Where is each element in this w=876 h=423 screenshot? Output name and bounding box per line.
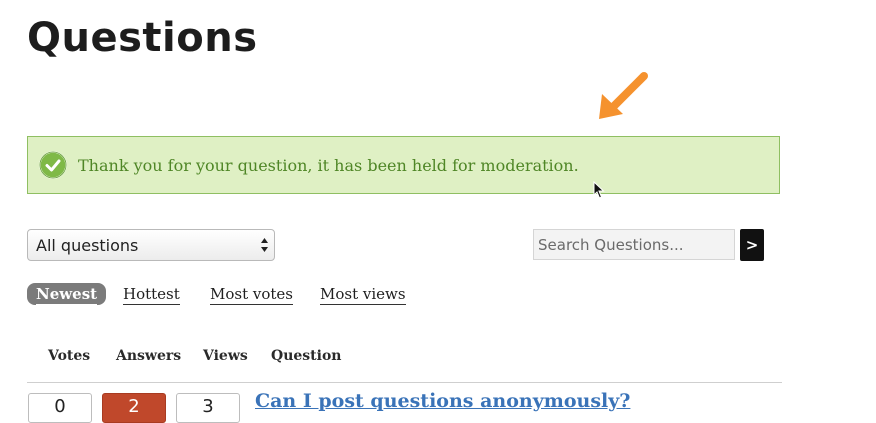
tab-most-views-label: Most views: [320, 285, 406, 305]
select-arrows-icon: [261, 238, 268, 252]
mouse-cursor-icon: [593, 181, 605, 199]
question-filter-select[interactable]: All questions: [27, 229, 275, 261]
votes-count: 0: [28, 393, 92, 423]
arrow-icon: [599, 72, 648, 119]
tab-most-votes-label: Most votes: [210, 285, 293, 305]
check-circle-icon: [39, 151, 67, 179]
views-count: 3: [176, 393, 240, 423]
tab-newest-label: Newest: [36, 285, 98, 305]
tab-hottest-label: Hottest: [123, 285, 180, 305]
moderation-notice: Thank you for your question, it has been…: [27, 136, 780, 194]
filter-selected-value: All questions: [36, 235, 139, 255]
tab-hottest[interactable]: Hottest: [123, 283, 180, 305]
notice-text: Thank you for your question, it has been…: [78, 155, 579, 175]
column-header-votes: Votes: [48, 348, 91, 364]
tab-most-views[interactable]: Most views: [320, 283, 406, 305]
question-link[interactable]: Can I post questions anonymously?: [255, 390, 630, 412]
tab-newest[interactable]: Newest: [27, 283, 107, 305]
search-input[interactable]: [533, 229, 735, 260]
search-submit-button[interactable]: >: [740, 229, 764, 261]
column-header-views: Views: [203, 348, 248, 364]
page-title: Questions: [27, 15, 258, 61]
column-header-answers: Answers: [116, 348, 182, 364]
column-header-question: Question: [271, 348, 342, 364]
tab-most-votes[interactable]: Most votes: [210, 283, 293, 305]
answers-count: 2: [102, 393, 166, 423]
table-divider: [27, 382, 782, 383]
